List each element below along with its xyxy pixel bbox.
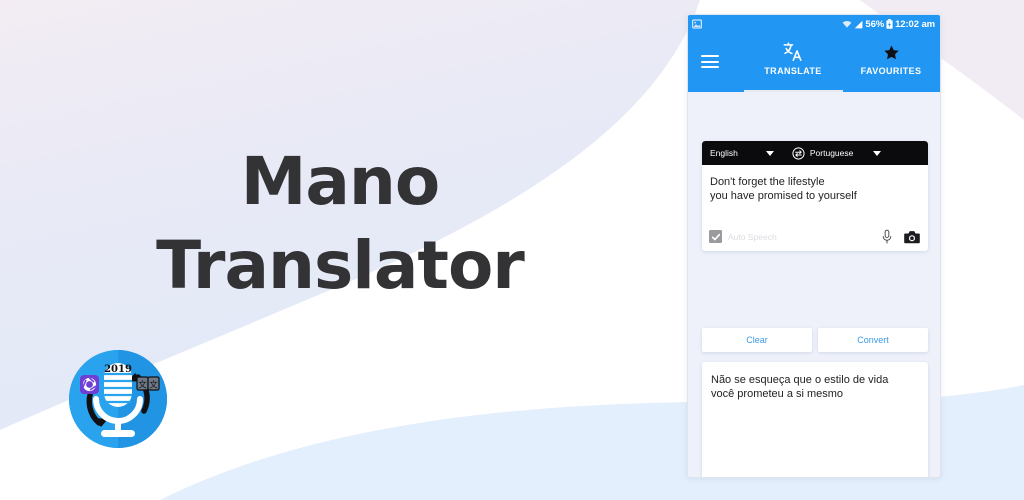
target-language-chevron-down-icon[interactable] [873,150,882,156]
app-bar: TRANSLATE FAVOURITES [688,33,940,92]
cellular-signal-icon [855,20,863,28]
svg-text:文: 文 [138,380,147,391]
translate-icon [744,39,842,65]
checkmark-icon [711,233,720,240]
tab-favourites-label: FAVOURITES [860,66,922,76]
source-text-input[interactable]: Don't forget the lifestyle you have prom… [702,165,928,222]
action-buttons: Clear Convert [702,328,928,352]
tab-favourites[interactable]: FAVOURITES [842,39,940,76]
convert-button[interactable]: Convert [818,328,928,352]
hamburger-menu-icon[interactable] [701,55,719,68]
auto-speech-checkbox[interactable] [709,230,722,243]
logo-graphic: 2019 文 文 [69,350,167,448]
svg-text:文: 文 [149,380,158,391]
tab-translate-label: TRANSLATE [764,66,822,76]
star-icon [842,39,940,65]
auto-speech-label: Auto Speech [728,231,777,242]
wifi-icon [843,20,852,28]
swap-languages-icon[interactable] [792,146,805,160]
page-title: Mano Translator [156,143,525,304]
app-body: English Portuguese Don't forget the life… [688,92,940,477]
status-bar: 56% 12:02 am [688,15,940,33]
target-language-value[interactable]: Portuguese [810,148,853,158]
promo-panel: Mano Translator 2019 文 文 [0,0,680,500]
app-logo: 2019 文 文 [68,349,168,449]
source-text-card: English Portuguese Don't forget the life… [702,141,928,251]
image-notification-icon [692,19,702,29]
phone-mockup: 56% 12:02 am TRANSLATE FAVOURITES Englis… [687,14,941,478]
source-language-chevron-down-icon[interactable] [765,150,774,156]
source-card-footer: Auto Speech [702,222,928,251]
translated-text-value: Não se esqueça que o estilo de vida você… [711,374,889,401]
tab-translate[interactable]: TRANSLATE [744,39,842,76]
translated-text-card: Não se esqueça que o estilo de vida você… [702,362,928,477]
language-selector-bar: English Portuguese [702,141,928,165]
camera-icon[interactable] [904,230,920,244]
logo-year-text: 2019 [104,364,132,375]
source-card-actions [881,229,920,245]
tab-bar: TRANSLATE FAVOURITES [744,39,940,76]
status-time-label: 12:02 am [895,18,935,30]
source-language-value[interactable]: English [710,148,738,158]
microphone-icon[interactable] [881,229,893,245]
clear-button[interactable]: Clear [702,328,812,352]
battery-icon [886,19,893,29]
battery-percent-label: 56% [865,18,885,30]
